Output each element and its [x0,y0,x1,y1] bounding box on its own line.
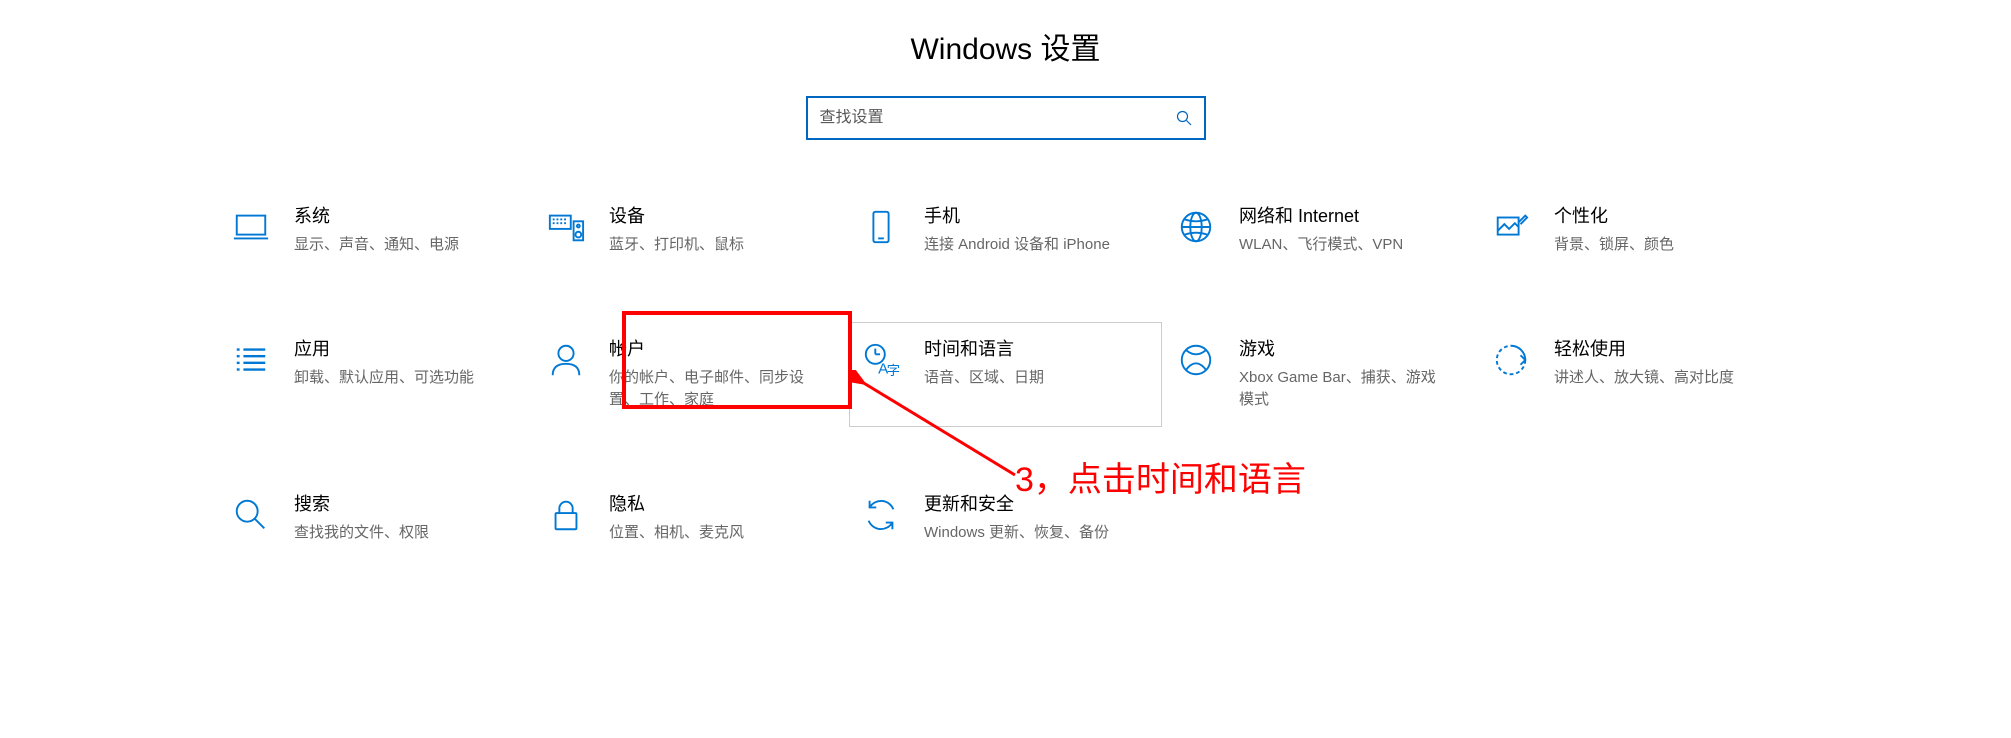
tile-label: 轻松使用 [1554,339,1734,361]
tile-label: 系统 [294,206,459,228]
tile-desc: 蓝牙、打印机、鼠标 [609,234,744,256]
tile-desc: 连接 Android 设备和 iPhone [924,234,1110,256]
paint-icon [1492,208,1530,246]
xbox-icon [1177,341,1215,379]
refresh-icon [862,496,900,534]
tile-gaming[interactable]: 游戏 Xbox Game Bar、捕获、游戏模式 [1173,331,1468,418]
lock-icon [547,496,585,534]
tile-accounts[interactable]: 帐户 你的帐户、电子邮件、同步设置、工作、家庭 [543,331,838,418]
tile-label: 个性化 [1554,206,1674,228]
tile-devices[interactable]: 设备 蓝牙、打印机、鼠标 [543,198,838,263]
magnifier-icon [232,496,270,534]
tile-privacy[interactable]: 隐私 位置、相机、麦克风 [543,486,838,551]
tile-label: 网络和 Internet [1239,206,1403,228]
tile-label: 时间和语言 [924,339,1044,361]
tile-personalization[interactable]: 个性化 背景、锁屏、颜色 [1488,198,1783,263]
list-icon [232,341,270,379]
tile-system[interactable]: 系统 显示、声音、通知、电源 [228,198,523,263]
tile-desc: 你的帐户、电子邮件、同步设置、工作、家庭 [609,367,819,411]
settings-grid: 系统 显示、声音、通知、电源 设备 蓝牙、打印机、鼠标 [0,198,2011,552]
laptop-icon [232,208,270,246]
globe-icon [1177,208,1215,246]
svg-text:字: 字 [887,364,900,379]
tile-desc: 查找我的文件、权限 [294,522,429,544]
tile-label: 手机 [924,206,1110,228]
tile-apps[interactable]: 应用 卸载、默认应用、可选功能 [228,331,523,418]
tile-time-language[interactable]: A 字 时间和语言 语音、区域、日期 [858,331,1153,418]
search-container [0,96,2011,140]
tile-desc: 显示、声音、通知、电源 [294,234,459,256]
tile-desc: Xbox Game Bar、捕获、游戏模式 [1239,367,1449,411]
tile-label: 帐户 [609,339,819,361]
tile-label: 搜索 [294,494,429,516]
keyboard-speaker-icon [547,208,585,246]
search-input[interactable] [820,109,1176,127]
accessibility-icon [1492,341,1530,379]
tile-desc: 讲述人、放大镜、高对比度 [1554,367,1734,389]
tile-desc: 语音、区域、日期 [924,367,1044,389]
tile-label: 隐私 [609,494,744,516]
tile-ease-of-access[interactable]: 轻松使用 讲述人、放大镜、高对比度 [1488,331,1783,418]
tile-search[interactable]: 搜索 查找我的文件、权限 [228,486,523,551]
tile-desc: 位置、相机、麦克风 [609,522,744,544]
clock-language-icon: A 字 [862,341,900,379]
search-box[interactable] [806,96,1206,140]
tile-desc: Windows 更新、恢复、备份 [924,522,1109,544]
page-title: Windows 设置 [0,0,2011,96]
person-icon [547,341,585,379]
tile-label: 应用 [294,339,474,361]
tile-phone[interactable]: 手机 连接 Android 设备和 iPhone [858,198,1153,263]
tile-label: 设备 [609,206,744,228]
tile-desc: 卸载、默认应用、可选功能 [294,367,474,389]
tile-desc: WLAN、飞行模式、VPN [1239,234,1403,256]
phone-icon [862,208,900,246]
tile-network[interactable]: 网络和 Internet WLAN、飞行模式、VPN [1173,198,1468,263]
tile-desc: 背景、锁屏、颜色 [1554,234,1674,256]
search-icon [1176,110,1192,126]
tile-label: 游戏 [1239,339,1449,361]
annotation-text: 3，点击时间和语言 [1015,452,1306,501]
